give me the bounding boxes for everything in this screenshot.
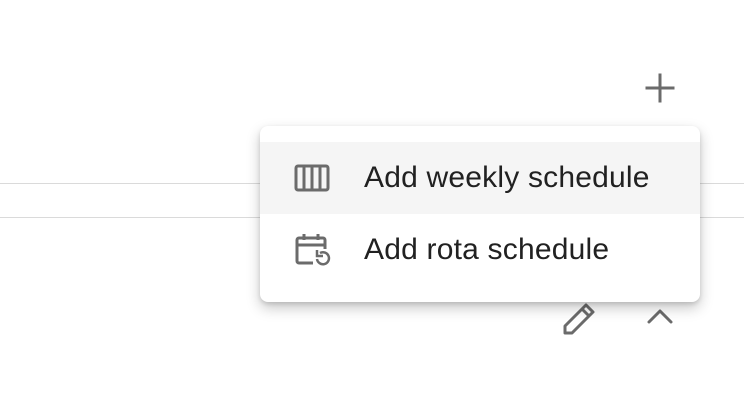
pencil-icon: [563, 303, 595, 335]
rota-calendar-icon: [292, 230, 332, 270]
menu-item-add-rota-schedule[interactable]: Add rota schedule: [260, 214, 700, 286]
edit-button[interactable]: [558, 296, 602, 340]
menu-item-label: Add weekly schedule: [364, 161, 650, 194]
add-schedule-button[interactable]: [640, 68, 680, 108]
weekly-calendar-icon: [292, 158, 332, 198]
menu-item-add-weekly-schedule[interactable]: Add weekly schedule: [260, 142, 700, 214]
schedule-page: Add weekly schedule Add rota schedule: [0, 0, 744, 408]
plus-icon: [645, 73, 675, 103]
menu-item-label: Add rota schedule: [364, 233, 610, 266]
add-schedule-menu: Add weekly schedule Add rota schedule: [260, 126, 700, 302]
chevron-up-icon: [647, 309, 673, 324]
collapse-button[interactable]: [638, 296, 682, 336]
